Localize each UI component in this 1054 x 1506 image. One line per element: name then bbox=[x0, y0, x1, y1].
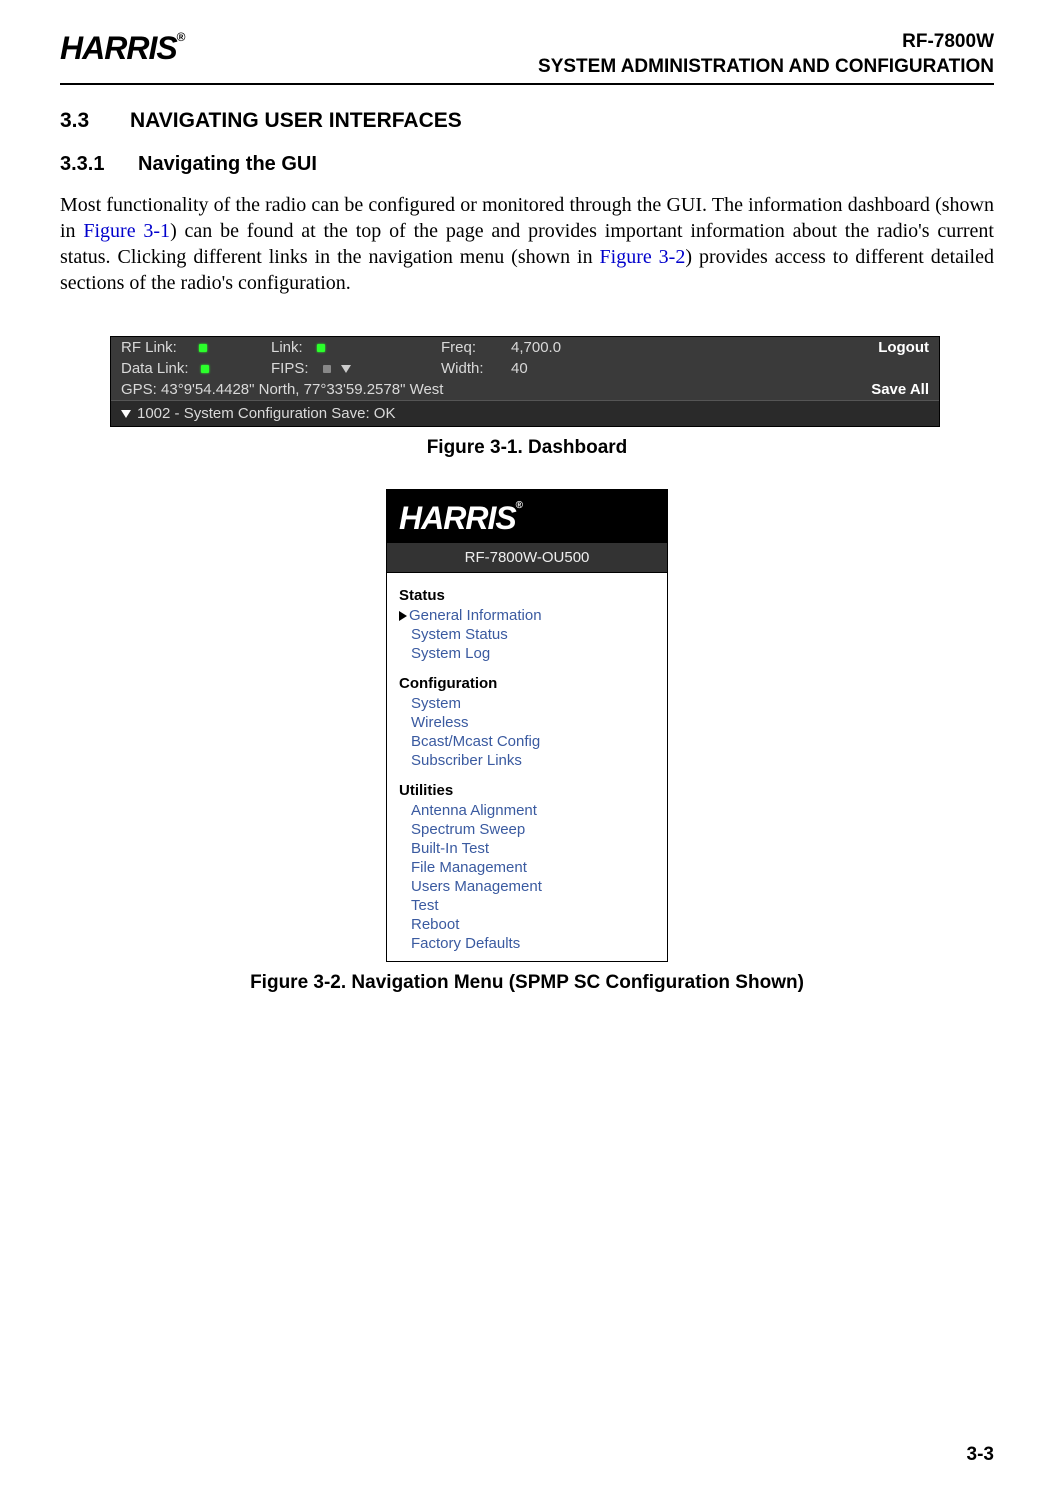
nav-group-utilities: Utilities bbox=[399, 782, 659, 799]
brand-logo: HARRIS® bbox=[60, 30, 185, 67]
gps-readout: GPS: 43°9'54.4428" North, 77°33'59.2578"… bbox=[121, 381, 443, 398]
message-expand-icon[interactable] bbox=[121, 410, 131, 418]
nav-item-system[interactable]: System bbox=[395, 694, 659, 713]
nav-item-system-log[interactable]: System Log bbox=[395, 644, 659, 663]
fips-dropdown-icon[interactable] bbox=[341, 365, 351, 373]
nav-item-wireless[interactable]: Wireless bbox=[395, 713, 659, 732]
nav-item-reboot[interactable]: Reboot bbox=[395, 915, 659, 934]
doc-title: SYSTEM ADMINISTRATION AND CONFIGURATION bbox=[538, 55, 994, 80]
figure-1-caption: Figure 3-1. Dashboard bbox=[60, 437, 994, 459]
nav-item-test[interactable]: Test bbox=[395, 896, 659, 915]
nav-group-configuration: Configuration bbox=[399, 675, 659, 692]
save-all-link[interactable]: Save All bbox=[871, 381, 929, 398]
nav-item-antenna-alignment[interactable]: Antenna Alignment bbox=[395, 801, 659, 820]
registered-icon: ® bbox=[177, 30, 185, 44]
page-number: 3-3 bbox=[967, 1444, 994, 1466]
freq-label: Freq: bbox=[441, 339, 476, 356]
header-right: RF-7800W SYSTEM ADMINISTRATION AND CONFI… bbox=[538, 30, 994, 79]
body-paragraph: Most functionality of the radio can be c… bbox=[60, 192, 994, 296]
fips-led-icon bbox=[323, 365, 331, 373]
width-value: 40 bbox=[511, 360, 528, 377]
brand-text: HARRIS bbox=[60, 30, 177, 66]
model-number: RF-7800W bbox=[538, 30, 994, 55]
nav-item-built-in-test[interactable]: Built-In Test bbox=[395, 839, 659, 858]
width-label: Width: bbox=[441, 360, 484, 377]
link-label: Link: bbox=[271, 339, 303, 356]
navigation-menu-figure: HARRIS® RF-7800W-OU500 Status General In… bbox=[386, 489, 668, 962]
section-minor-num: 3.3.1 bbox=[60, 153, 138, 176]
nav-item-spectrum-sweep[interactable]: Spectrum Sweep bbox=[395, 820, 659, 839]
nav-item-subscriber-links[interactable]: Subscriber Links bbox=[395, 751, 659, 770]
nav-brand-logo: HARRIS® bbox=[387, 490, 667, 543]
rf-link-led-icon bbox=[199, 344, 207, 352]
xref-figure-3-1[interactable]: Figure 3-1 bbox=[83, 220, 170, 242]
nav-item-bcast-mcast-config[interactable]: Bcast/Mcast Config bbox=[395, 732, 659, 751]
logout-link[interactable]: Logout bbox=[878, 339, 929, 356]
nav-group-status: Status bbox=[399, 587, 659, 604]
xref-figure-3-2[interactable]: Figure 3-2 bbox=[600, 246, 686, 268]
page-header: HARRIS® RF-7800W SYSTEM ADMINISTRATION A… bbox=[60, 30, 994, 85]
section-major-title: NAVIGATING USER INTERFACES bbox=[130, 109, 462, 132]
data-link-led-icon bbox=[201, 365, 209, 373]
freq-value: 4,700.0 bbox=[511, 339, 561, 356]
nav-item-factory-defaults[interactable]: Factory Defaults bbox=[395, 934, 659, 953]
active-marker-icon bbox=[399, 611, 407, 621]
status-message: 1002 - System Configuration Save: OK bbox=[137, 405, 395, 422]
fips-label: FIPS: bbox=[271, 360, 309, 377]
section-minor-title: Navigating the GUI bbox=[138, 153, 317, 175]
figure-2-caption: Figure 3-2. Navigation Menu (SPMP SC Con… bbox=[60, 972, 994, 994]
nav-item-file-management[interactable]: File Management bbox=[395, 858, 659, 877]
section-major-num: 3.3 bbox=[60, 109, 130, 133]
nav-model-label: RF-7800W-OU500 bbox=[387, 543, 667, 573]
section-heading-major: 3.3NAVIGATING USER INTERFACES bbox=[60, 109, 994, 133]
nav-item-general-information[interactable]: General Information bbox=[395, 606, 659, 625]
section-heading-minor: 3.3.1Navigating the GUI bbox=[60, 153, 994, 176]
rf-link-label: RF Link: bbox=[121, 339, 177, 356]
nav-item-users-management[interactable]: Users Management bbox=[395, 877, 659, 896]
registered-icon: ® bbox=[516, 500, 522, 511]
link-led-icon bbox=[317, 344, 325, 352]
dashboard-figure: RF Link: Link: Freq: 4,700.0 Logout Data… bbox=[110, 336, 940, 427]
data-link-label: Data Link: bbox=[121, 360, 189, 377]
nav-item-system-status[interactable]: System Status bbox=[395, 625, 659, 644]
